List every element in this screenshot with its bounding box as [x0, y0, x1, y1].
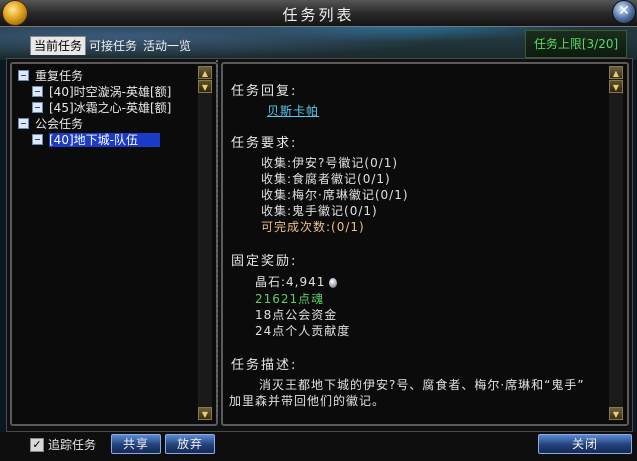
requirements-header: 任务要求: — [231, 136, 298, 151]
description-header: 任务描述: — [231, 358, 298, 373]
close-icon[interactable]: ✕ — [612, 0, 636, 24]
description-line: 消灭王都地下城的伊安?号、腐食者、梅尔·席琳和“鬼手” — [259, 378, 585, 392]
category-label: 重复任务 — [35, 69, 84, 83]
quest-bullet-icon — [32, 102, 43, 113]
scroll-up-icon[interactable]: ▲ — [198, 66, 212, 79]
tree-scrollbar[interactable]: ▲ ▼ ▼ — [198, 66, 212, 420]
close-button[interactable]: 关闭 — [538, 434, 632, 454]
quest-tabs: 当前任务 可接任务 活动一览 — [30, 36, 194, 56]
track-quest-label: 追踪任务 — [48, 438, 97, 452]
collapse-icon[interactable] — [18, 118, 29, 129]
window-titlebar[interactable]: 任务列表 ✕ — [0, 0, 637, 27]
quest-tree: 重复任务 [40]时空漩涡-英雄[额] [45]冰霜之心-英雄[额] 公会任务 … — [18, 68, 171, 148]
tree-item[interactable]: [40]时空漩涡-英雄[额] — [18, 84, 171, 100]
quest-bullet-icon — [32, 134, 43, 145]
requirement-item: 收集:食腐者徽记(0/1) — [261, 172, 391, 186]
reply-npc-link[interactable]: 贝斯卡帕 — [267, 104, 319, 118]
scroll-down-small-icon[interactable]: ▼ — [198, 80, 212, 93]
splitter-handle[interactable] — [216, 60, 219, 422]
tree-category-guild[interactable]: 公会任务 — [18, 116, 171, 132]
tree-item-selected[interactable]: [40]地下城-队伍 — [18, 132, 171, 148]
category-label: 公会任务 — [35, 117, 84, 131]
track-quest-checkbox[interactable]: ✓ — [30, 438, 44, 452]
quest-label: [45]冰霜之心-英雄[额] — [49, 101, 172, 115]
quest-tree-panel: 重复任务 [40]时空漩涡-英雄[额] [45]冰霜之心-英雄[额] 公会任务 … — [10, 62, 218, 426]
window-title: 任务列表 — [282, 6, 355, 24]
reward-soul: 21621点魂 — [255, 292, 325, 306]
requirement-item: 收集:鬼手徽记(0/1) — [261, 204, 378, 218]
abandon-button[interactable]: 放弃 — [165, 434, 215, 454]
tab-available-quests[interactable]: 可接任务 — [86, 37, 140, 55]
scroll-up-icon[interactable]: ▲ — [609, 66, 623, 79]
scroll-down-icon[interactable]: ▼ — [198, 407, 212, 420]
quest-label: [40]地下城-队伍 — [49, 133, 160, 147]
crystal-coin-icon — [329, 277, 338, 288]
scroll-down-small-icon[interactable]: ▼ — [609, 80, 623, 93]
completion-count: 可完成次数:(0/1) — [261, 220, 365, 234]
rewards-header: 固定奖励: — [231, 254, 298, 269]
detail-scrollbar[interactable]: ▲ ▼ ▼ — [609, 66, 623, 420]
quest-detail-panel: 任务回复: 贝斯卡帕 任务要求: 收集:伊安?号徽记(0/1) 收集:食腐者徽记… — [221, 62, 629, 426]
requirement-item: 收集:梅尔·席琳徽记(0/1) — [261, 188, 409, 202]
tree-item[interactable]: [45]冰霜之心-英雄[额] — [18, 100, 171, 116]
quest-label: [40]时空漩涡-英雄[额] — [49, 85, 172, 99]
scroll-down-icon[interactable]: ▼ — [609, 407, 623, 420]
tree-category-repeat[interactable]: 重复任务 — [18, 68, 171, 84]
reward-guild-funds: 18点公会资金 — [255, 308, 338, 322]
reward-contribution: 24点个人贡献度 — [255, 324, 351, 338]
description-line: 加里森并带回他们的徽记。 — [229, 394, 386, 408]
quest-limit-badge: 任务上限[3/20] — [525, 30, 627, 58]
tab-events[interactable]: 活动一览 — [140, 37, 194, 55]
collapse-icon[interactable] — [18, 70, 29, 81]
requirement-item: 收集:伊安?号徽记(0/1) — [261, 156, 399, 170]
tab-current-quests[interactable]: 当前任务 — [30, 36, 87, 55]
reward-crystal: 晶石:4,941 — [255, 275, 326, 289]
quest-bullet-icon — [32, 86, 43, 97]
share-button[interactable]: 共享 — [111, 434, 161, 454]
reply-header: 任务回复: — [231, 84, 298, 99]
